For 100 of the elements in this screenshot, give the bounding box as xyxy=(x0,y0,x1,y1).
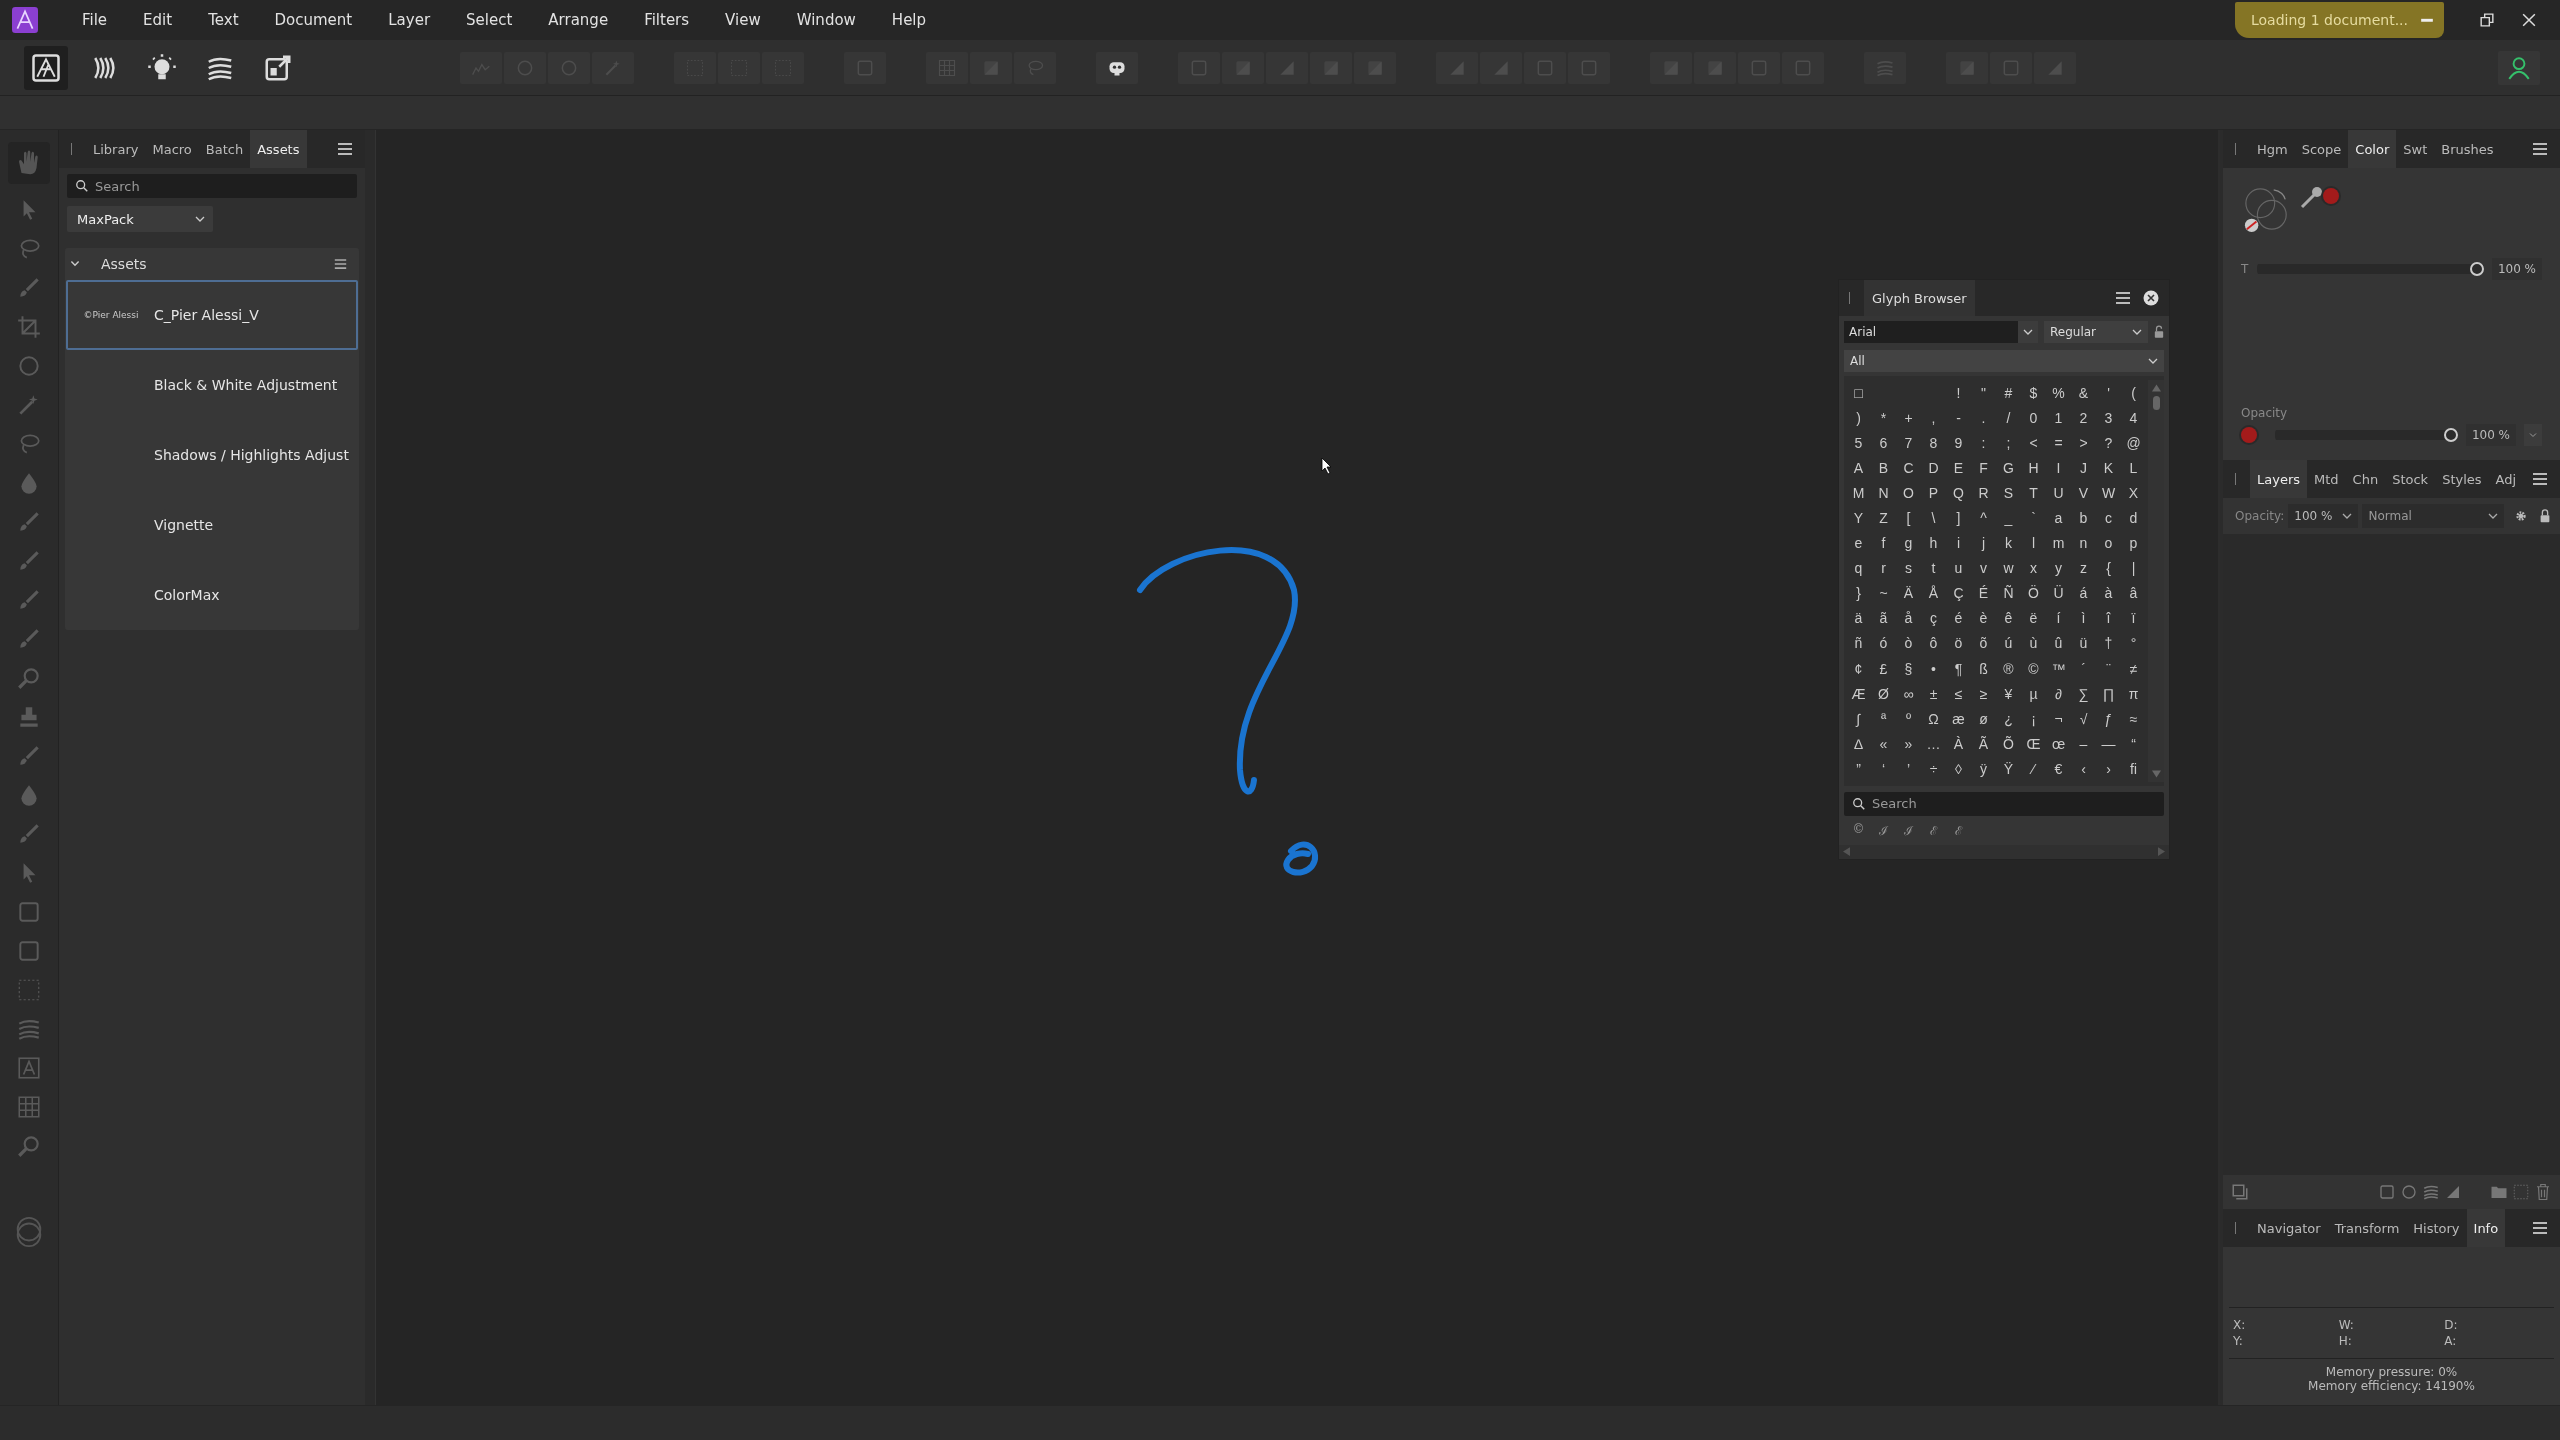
glyph[interactable]: ° xyxy=(2121,630,2146,657)
panel-tab[interactable]: Color xyxy=(2348,130,2397,168)
glyph[interactable]: 1 xyxy=(2046,405,2071,431)
glyph[interactable]: Ñ xyxy=(1996,580,2021,606)
glyph[interactable]: √ xyxy=(2071,706,2096,732)
asset-item[interactable]: Shadows / Highlights Adjust xyxy=(66,420,358,490)
glyph[interactable]: 6 xyxy=(1871,430,1896,456)
glyph[interactable]: Ä xyxy=(1896,580,1921,606)
glyph[interactable]: L xyxy=(2121,455,2146,481)
slider-thumb[interactable] xyxy=(2443,428,2458,442)
glyph[interactable]: R xyxy=(1971,480,1996,506)
glyph[interactable]: C xyxy=(1896,455,1921,481)
glyph[interactable]: π xyxy=(2121,681,2146,707)
glyph[interactable]: Õ xyxy=(1996,731,2021,757)
glyph[interactable]: ë xyxy=(2021,605,2046,631)
glyph[interactable]: ” xyxy=(1846,756,1871,782)
category-dropdown[interactable]: MaxPack xyxy=(67,206,213,232)
glyph[interactable]: _ xyxy=(1996,505,2021,531)
search-field[interactable]: Search xyxy=(1844,791,2164,816)
glyph[interactable]: â xyxy=(2121,580,2146,606)
color-swatch[interactable] xyxy=(2323,188,2339,204)
glyph[interactable]: m xyxy=(2046,530,2071,556)
glyph[interactable]: ; xyxy=(1996,430,2021,456)
glyph[interactable]: w xyxy=(1996,555,2021,581)
glyph[interactable]: å xyxy=(1896,605,1921,631)
glyph[interactable]: 4 xyxy=(2121,405,2146,431)
glyph[interactable]: ™ xyxy=(2046,656,2071,682)
glyph[interactable]: & xyxy=(2071,380,2096,406)
glyph[interactable]: Ü xyxy=(2046,580,2071,606)
glyph[interactable]: Ö xyxy=(2021,580,2046,606)
glyph[interactable]: O xyxy=(1896,480,1921,506)
glyph[interactable]: ´ xyxy=(2071,656,2096,682)
glyph[interactable]: « xyxy=(1871,731,1896,757)
subset-dropdown[interactable]: All xyxy=(1844,350,2164,372)
glyph[interactable]: Ã xyxy=(1971,731,1996,757)
asset-item[interactable]: Vignette xyxy=(66,490,358,560)
glyph[interactable]: ≥ xyxy=(1971,681,1996,707)
persona-button[interactable] xyxy=(24,45,68,90)
glyph[interactable]: { xyxy=(2096,555,2121,581)
glyph[interactable]: G xyxy=(1996,455,2021,481)
font-dropdown[interactable]: Arial xyxy=(1844,321,2038,343)
menu-item[interactable]: Edit xyxy=(131,7,185,33)
glyph[interactable]: › xyxy=(2096,756,2121,782)
glyph[interactable]: } xyxy=(1846,580,1871,606)
scroll-bar[interactable] xyxy=(1839,844,2169,859)
glyph[interactable]: … xyxy=(1921,731,1946,757)
glyph[interactable]: ≠ xyxy=(2121,656,2146,682)
menu-item[interactable]: Text xyxy=(196,7,251,33)
glyph[interactable]: É xyxy=(1971,580,1996,606)
glyph[interactable]: é xyxy=(1946,605,1971,631)
glyph[interactable]: v xyxy=(1971,555,1996,581)
glyph[interactable]: b xyxy=(2071,505,2096,531)
panel-tab[interactable]: Chn xyxy=(2345,460,2386,498)
glyph[interactable]: < xyxy=(2021,430,2046,456)
scroll-bar[interactable] xyxy=(2148,380,2164,782)
glyph[interactable]: í xyxy=(2046,605,2071,631)
glyph[interactable]: ó xyxy=(1871,630,1896,657)
glyph[interactable]: x xyxy=(2021,555,2046,581)
glyph[interactable]: V xyxy=(2071,480,2096,506)
glyph[interactable]: ê xyxy=(1996,605,2021,631)
glyph[interactable]: Ø xyxy=(1871,681,1896,707)
settings-icon[interactable] xyxy=(2514,509,2528,523)
glyph[interactable]: 2 xyxy=(2071,405,2096,431)
asset-item[interactable]: ©Pier Alessi C_Pier Alessi_V xyxy=(66,280,358,350)
glyph[interactable]: \ xyxy=(1921,505,1946,531)
text-icon[interactable] xyxy=(16,1055,42,1081)
glyph[interactable]: À xyxy=(1946,731,1971,757)
glyph[interactable]: - xyxy=(1946,405,1971,431)
glyph[interactable]: Œ xyxy=(2021,731,2046,757)
panel-tab[interactable]: History xyxy=(2406,1209,2467,1247)
glyph[interactable]: | xyxy=(2121,555,2146,581)
glyph[interactable]: † xyxy=(2096,630,2121,657)
glyph[interactable]: E xyxy=(1946,455,1971,481)
glyph[interactable]: # xyxy=(1996,380,2021,406)
glyph[interactable]: » xyxy=(1896,731,1921,757)
recent-glyph[interactable]: ℰ xyxy=(1921,821,1946,839)
glyph[interactable]: . xyxy=(1971,405,1996,431)
glyph[interactable]: ¶ xyxy=(1946,656,1971,682)
glyph[interactable]: 9 xyxy=(1946,430,1971,456)
scroll-up-icon[interactable] xyxy=(2151,384,2161,392)
panel-tab[interactable]: Swt xyxy=(2396,130,2435,168)
glyph[interactable]: ç xyxy=(1921,605,1946,631)
glyph[interactable]: q xyxy=(1846,555,1871,581)
glyph[interactable]: ¡ xyxy=(2021,706,2046,732)
blend-mode-dropdown[interactable]: Normal xyxy=(2362,504,2504,528)
glyph[interactable]: 8 xyxy=(1921,430,1946,456)
glyph[interactable]: D xyxy=(1921,455,1946,481)
glyph[interactable]: ñ xyxy=(1846,630,1871,657)
panel-tab[interactable]: Layers xyxy=(2250,460,2308,498)
glyph[interactable]: ï xyxy=(2121,605,2146,631)
glyph[interactable]: " xyxy=(1971,380,1996,406)
glyph[interactable]: µ xyxy=(2021,681,2046,707)
glyph[interactable]: g xyxy=(1896,530,1921,556)
glyph[interactable]: r xyxy=(1871,555,1896,581)
eyedropper-icon[interactable] xyxy=(2299,186,2323,210)
glyph[interactable]: $ xyxy=(2021,380,2046,406)
glyph[interactable]: Æ xyxy=(1846,681,1871,707)
glyph[interactable]: “ xyxy=(2121,731,2146,757)
glyph[interactable]: ã xyxy=(1871,605,1896,631)
recent-glyph[interactable]: © xyxy=(1846,821,1871,839)
